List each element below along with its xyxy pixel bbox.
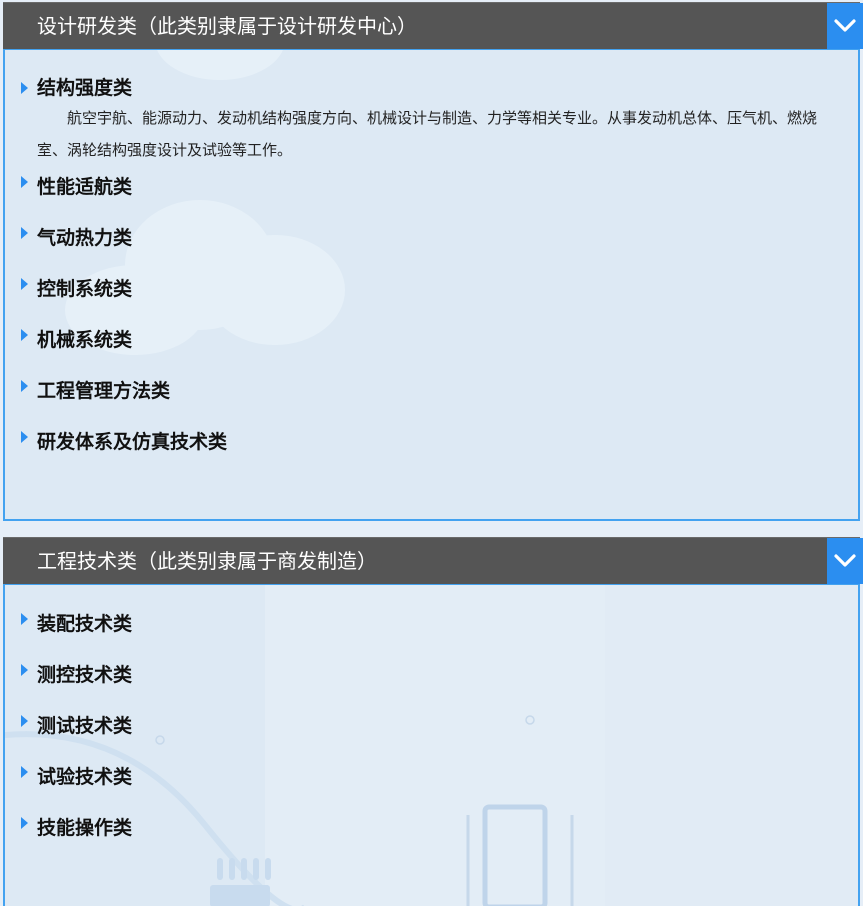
engineering-tech-panel-body: 装配技术类 测控技术类 测试技术类 试验技术类 技能操作类 — [3, 584, 860, 906]
category-item-structure-strength[interactable]: 结构强度类 航空宇航、能源动力、发动机结构强度方向、机械设计与制造、力学等相关专… — [5, 68, 858, 166]
category-item-rd-system-simulation[interactable]: 研发体系及仿真技术类 — [5, 417, 858, 468]
triangle-right-icon — [21, 82, 28, 94]
engineering-tech-panel-header[interactable]: 工程技术类（此类别隶属于商发制造） — [3, 537, 863, 584]
engineering-tech-toggle-button[interactable] — [827, 538, 863, 584]
category-item-control-system[interactable]: 控制系统类 — [5, 264, 858, 315]
triangle-right-icon — [21, 664, 28, 676]
triangle-right-icon — [21, 380, 28, 392]
category-label: 性能适航类 — [37, 176, 133, 198]
category-item-performance-airworthiness[interactable]: 性能适航类 — [5, 162, 858, 213]
triangle-right-icon — [21, 431, 28, 443]
engineering-tech-category-list: 装配技术类 测控技术类 测试技术类 试验技术类 技能操作类 — [5, 599, 858, 854]
category-label: 结构强度类 — [37, 77, 133, 99]
category-item-engineering-management[interactable]: 工程管理方法类 — [5, 366, 858, 417]
engineering-tech-panel: 工程技术类（此类别隶属于商发制造） 装配技术类 测控技术类 测试技术类 试验技术… — [3, 537, 863, 906]
triangle-right-icon — [21, 278, 28, 290]
panel-title: 工程技术类（此类别隶属于商发制造） — [37, 549, 377, 573]
triangle-right-icon — [21, 766, 28, 778]
category-item-assembly-tech[interactable]: 装配技术类 — [5, 599, 858, 650]
triangle-right-icon — [21, 613, 28, 625]
triangle-right-icon — [21, 817, 28, 829]
category-description: 航空宇航、能源动力、发动机结构强度方向、机械设计与制造、力学等相关专业。从事发动… — [37, 109, 818, 159]
category-label: 技能操作类 — [37, 817, 133, 839]
category-label: 工程管理方法类 — [37, 380, 171, 402]
category-label: 机械系统类 — [37, 329, 133, 351]
triangle-right-icon — [21, 176, 28, 188]
category-item-measurement-control[interactable]: 测控技术类 — [5, 650, 858, 701]
category-item-experiment-tech[interactable]: 试验技术类 — [5, 752, 858, 803]
category-item-aerothermodynamics[interactable]: 气动热力类 — [5, 213, 858, 264]
triangle-right-icon — [21, 227, 28, 239]
panel-title: 设计研发类（此类别隶属于设计研发中心） — [37, 14, 417, 38]
category-label: 气动热力类 — [37, 227, 133, 249]
category-label: 测控技术类 — [37, 664, 133, 686]
chevron-down-icon — [834, 554, 856, 567]
category-item-testing-tech[interactable]: 测试技术类 — [5, 701, 858, 752]
chevron-down-icon — [834, 19, 856, 32]
category-label: 研发体系及仿真技术类 — [37, 431, 228, 453]
design-rd-panel-body: 结构强度类 航空宇航、能源动力、发动机结构强度方向、机械设计与制造、力学等相关专… — [3, 49, 860, 521]
design-rd-toggle-button[interactable] — [827, 3, 863, 49]
design-rd-category-list: 结构强度类 航空宇航、能源动力、发动机结构强度方向、机械设计与制造、力学等相关专… — [5, 68, 858, 468]
category-label: 控制系统类 — [37, 278, 133, 300]
category-label: 测试技术类 — [37, 715, 133, 737]
design-rd-panel-header[interactable]: 设计研发类（此类别隶属于设计研发中心） — [3, 2, 863, 49]
triangle-right-icon — [21, 715, 28, 727]
category-item-mechanical-system[interactable]: 机械系统类 — [5, 315, 858, 366]
category-item-skill-operation[interactable]: 技能操作类 — [5, 803, 858, 854]
category-label: 试验技术类 — [37, 766, 133, 788]
category-label: 装配技术类 — [37, 613, 133, 635]
triangle-right-icon — [21, 329, 28, 341]
design-rd-panel: 设计研发类（此类别隶属于设计研发中心） 结构强度类 航空宇航、能源动力、发动机结… — [3, 2, 863, 521]
